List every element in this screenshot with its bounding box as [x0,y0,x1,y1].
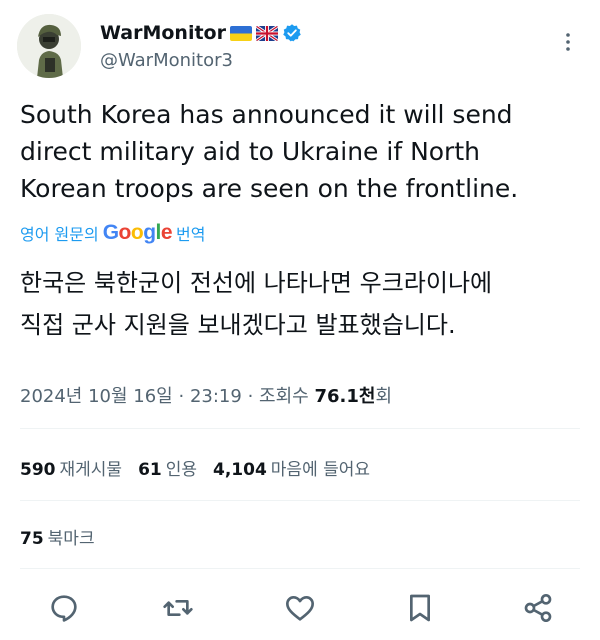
tweet-text: South Korea has announced it will send d… [20,96,580,207]
meta-separator: · [178,386,185,407]
action-bar [20,588,580,628]
reply-icon[interactable] [48,592,80,624]
bookmarks-count: 75 [20,529,44,549]
reposts-label: 재게시물 [59,460,123,480]
views-unit: 회 [375,386,392,407]
more-icon[interactable] [556,30,580,54]
quotes-count: 61 [138,460,162,480]
views-value: 76.1천 [314,386,376,407]
reposts-count: 590 [20,460,56,480]
tweet-time[interactable]: 23:19 [190,386,242,407]
divider [20,568,580,569]
divider [20,428,580,429]
translated-line: 직접 군사 지원을 보내겠다고 발표했습니다. [20,311,456,339]
like-icon[interactable] [284,592,316,624]
share-icon[interactable] [522,592,554,624]
tweet-date[interactable]: 2024년 10월 16일 [20,386,173,407]
ukraine-flag-icon [229,25,252,41]
likes-label: 마음에 들어요 [270,460,371,480]
quotes-label: 인용 [165,460,198,480]
translated-text: 한국은 북한군이 전선에 나타나면 우크라이나에 직접 군사 지원을 보내겠다고… [20,262,580,346]
engagement-stats: 590 재게시물 61 인용 4,104 마음에 들어요 [20,455,370,480]
tweet-text-line: Korean troops are seen on the frontline. [20,174,519,203]
uk-flag-icon [255,25,278,41]
translate-suffix: 번역 [176,225,206,244]
author-name-row: WarMonitor [100,22,302,44]
quotes-stat[interactable]: 61 인용 [138,455,197,480]
avatar-image [17,14,81,78]
translation-attribution[interactable]: 영어 원문의 Google 번역 [20,221,206,245]
meta-separator: · [247,386,254,407]
avatar[interactable] [17,14,81,78]
views-label: 조회수 [259,386,309,407]
likes-stat[interactable]: 4,104 마음에 들어요 [213,455,370,480]
bookmark-icon[interactable] [404,592,436,624]
google-logo: Google [102,221,173,244]
tweet-meta: 2024년 10월 16일 · 23:19 · 조회수 76.1천회 [20,382,392,408]
tweet-text-line: South Korea has announced it will send [20,100,513,129]
bookmarks-label: 북마크 [47,529,95,549]
reposts-stat[interactable]: 590 재게시물 [20,455,122,480]
likes-count: 4,104 [213,460,267,480]
author-name[interactable]: WarMonitor [100,22,226,44]
retweet-icon[interactable] [162,592,194,624]
translated-line: 한국은 북한군이 전선에 나타나면 우크라이나에 [20,269,493,297]
author-handle[interactable]: @WarMonitor3 [100,50,233,71]
verified-badge-icon [283,24,301,42]
bookmarks-stat[interactable]: 75 북마크 [20,524,95,549]
divider [20,500,580,501]
translate-prefix: 영어 원문의 [20,225,99,244]
tweet-text-line: direct military aid to Ukraine if North [20,137,480,166]
